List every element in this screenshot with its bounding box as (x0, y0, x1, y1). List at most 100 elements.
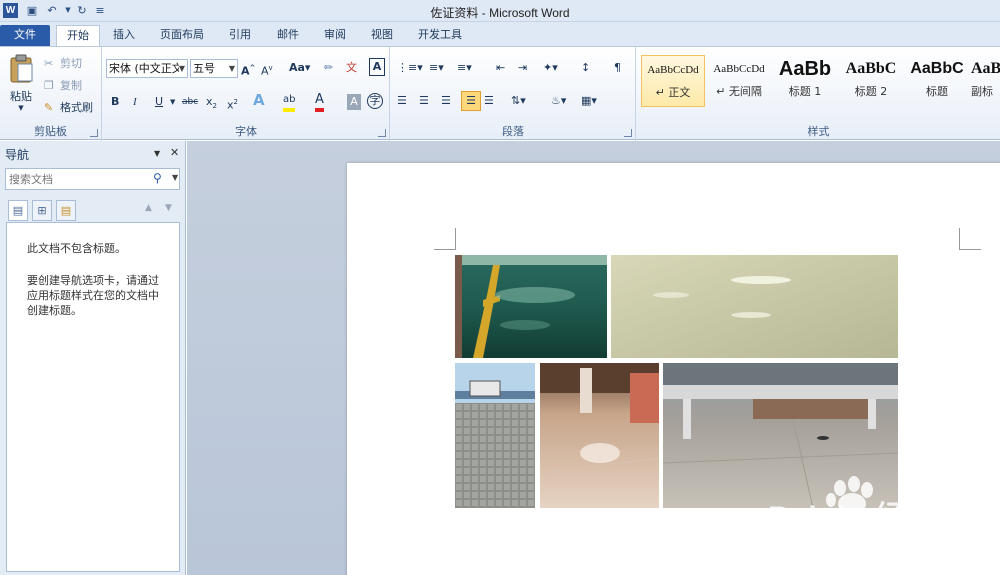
cut-button[interactable]: ✂ 剪切 (44, 55, 82, 71)
underline-icon[interactable]: U (155, 94, 163, 110)
nav-pane-content: 此文档不包含标题。 要创建导航选项卡，请通过应用标题样式在您的文档中创建标题。 (6, 222, 180, 572)
phonetic-guide-icon[interactable]: 文 (346, 60, 357, 76)
clipboard-dialog-launcher[interactable] (90, 129, 98, 137)
tab-home[interactable]: 开始 (56, 25, 100, 46)
nav-search-input[interactable] (9, 171, 149, 187)
font-group: 宋体 (中文正文 ▼ 五号 ▼ A^ Av Aa▾ ✏ 文 A B I U ▼ … (103, 47, 390, 141)
tab-insert[interactable]: 插入 (104, 25, 144, 46)
font-size-dropdown-icon: ▼ (228, 64, 235, 73)
style-normal[interactable]: AaBbCcDd ↵ 正文 (641, 55, 705, 107)
style-heading-2[interactable]: AaBbC 标题 2 (839, 55, 903, 107)
align-left-icon[interactable]: ☰ (397, 93, 407, 109)
style-sample: AaBbCcDd (713, 63, 765, 75)
align-center-icon[interactable]: ☰ (419, 93, 429, 109)
mall-floor-image (540, 363, 659, 508)
scissors-icon: ✂ (44, 56, 54, 70)
italic-icon[interactable]: I (133, 94, 137, 110)
multilevel-list-icon[interactable]: ≡▾ (457, 60, 472, 76)
font-group-label: 字体 (235, 125, 257, 138)
tab-browse-pages[interactable]: ⊞ (32, 200, 52, 221)
style-subtitle[interactable]: AaB 副标 (971, 55, 1000, 107)
bullets-icon[interactable]: ⋮≡▾ (397, 60, 423, 76)
paste-label: 粘贴 (10, 90, 32, 103)
borders-icon[interactable]: ▦▾ (581, 93, 597, 109)
font-size-combo[interactable]: 五号 ▼ (190, 59, 238, 78)
distributed-icon[interactable]: ☰ (484, 93, 494, 109)
baidu-watermark: Bai du 经验 jingyan.baidu.com (760, 462, 980, 552)
tab-mailings[interactable]: 邮件 (268, 25, 308, 46)
style-title[interactable]: AaBbC 标题 (905, 55, 969, 107)
search-options-dropdown-icon[interactable]: ▼ (172, 173, 178, 182)
tab-review[interactable]: 审阅 (315, 25, 355, 46)
tab-browse-headings[interactable]: ▤ (8, 200, 28, 221)
font-color-icon[interactable]: A (315, 92, 324, 112)
strikethrough-icon[interactable]: abc (182, 94, 198, 110)
text-highlight-icon[interactable]: ab (283, 92, 296, 112)
paragraph-dialog-launcher[interactable] (624, 129, 632, 137)
font-dialog-launcher[interactable] (378, 129, 386, 137)
style-sample: AaBbC (845, 60, 897, 77)
show-formatting-marks-icon[interactable]: ¶ (614, 60, 621, 76)
results-icon: ▤ (60, 204, 72, 217)
copy-button[interactable]: ❐ 复制 (44, 77, 82, 93)
style-no-spacing[interactable]: AaBbCcDd ↵ 无间隔 (707, 55, 771, 107)
no-headings-message: 此文档不包含标题。 (27, 242, 126, 255)
style-heading-1[interactable]: AaBb 标题 1 (773, 55, 837, 107)
crop-mark-top-left (434, 228, 456, 250)
photo-green-epoxy-floor[interactable] (455, 255, 607, 358)
window-title: 佐证资料 - Microsoft Word (430, 6, 570, 20)
character-border-icon[interactable]: A (369, 58, 385, 76)
enclose-characters-icon[interactable]: 字 (367, 93, 383, 109)
pages-icon: ⊞ (37, 204, 47, 217)
nav-pane-options-icon[interactable]: ▼ (154, 149, 160, 158)
line-spacing-icon[interactable]: ⇅▾ (511, 93, 526, 109)
tab-developer[interactable]: 开发工具 (410, 25, 470, 46)
paste-dropdown-icon: ▼ (18, 104, 24, 112)
tab-references[interactable]: 引用 (220, 25, 260, 46)
next-heading-icon[interactable]: ▼ (165, 203, 172, 213)
nav-search-box: ⚲ ▼ (5, 168, 180, 190)
previous-heading-icon[interactable]: ▲ (145, 203, 152, 213)
photo-mall-tile-floor[interactable] (540, 363, 659, 508)
tab-browse-results[interactable]: ▤ (56, 200, 76, 221)
grow-font-icon[interactable]: A^ (241, 60, 255, 80)
close-icon[interactable]: ✕ (170, 146, 179, 159)
bold-icon[interactable]: B (111, 94, 119, 110)
subscript-icon[interactable]: x2 (206, 94, 217, 114)
chinese-layout-icon[interactable]: ✦▾ (543, 60, 558, 76)
style-sample: AaBbCcDd (647, 64, 699, 76)
decrease-indent-icon[interactable]: ⇤ (496, 60, 505, 76)
underline-dropdown-icon[interactable]: ▼ (170, 94, 175, 110)
format-painter-button[interactable]: ✎ 格式刷 (44, 99, 93, 115)
tab-file[interactable]: 文件 (0, 25, 50, 46)
align-right-icon[interactable]: ☰ (441, 93, 451, 109)
superscript-icon[interactable]: x2 (227, 94, 238, 114)
search-icon[interactable]: ⚲ (153, 171, 162, 185)
photo-outdoor-paving[interactable] (455, 363, 535, 508)
change-case-icon[interactable]: Aa▾ (289, 60, 310, 76)
copy-label: 复制 (60, 79, 82, 92)
photo-glossy-cream-floor[interactable] (611, 255, 898, 358)
sort-icon[interactable]: ↕ (581, 60, 590, 76)
numbering-icon[interactable]: ≡▾ (429, 60, 444, 76)
tab-view[interactable]: 视图 (362, 25, 402, 46)
tab-page-layout[interactable]: 页面布局 (152, 25, 212, 46)
clear-formatting-icon[interactable]: ✏ (324, 60, 333, 76)
headings-icon: ▤ (12, 204, 24, 217)
character-shading-icon[interactable]: A (347, 94, 361, 110)
font-name-combo[interactable]: 宋体 (中文正文 ▼ (106, 59, 188, 78)
text-effects-icon[interactable]: A (253, 92, 265, 108)
clipboard-group-label: 剪贴板 (34, 125, 67, 138)
navigation-pane: 导航 ▼ ✕ ⚲ ▼ ▤ ⊞ ▤ ▲ ▼ 此文档不包含标题。 要创建导航选项卡，… (0, 141, 186, 575)
justify-icon[interactable]: ☰ (461, 91, 481, 111)
styles-group-label: 样式 (807, 125, 830, 138)
increase-indent-icon[interactable]: ⇥ (518, 60, 527, 76)
paste-button[interactable]: 粘贴 ▼ (6, 53, 36, 125)
green-floor-image (455, 255, 607, 358)
nav-pane-title: 导航 (5, 148, 30, 162)
font-size-value: 五号 (193, 62, 215, 75)
shrink-font-icon[interactable]: Av (261, 60, 273, 80)
paragraph-group-label: 段落 (502, 125, 524, 138)
shading-icon[interactable]: ♨▾ (551, 93, 566, 109)
styles-group: AaBbCcDd ↵ 正文 AaBbCcDd ↵ 无间隔 AaBb 标题 1 A… (637, 47, 1000, 141)
